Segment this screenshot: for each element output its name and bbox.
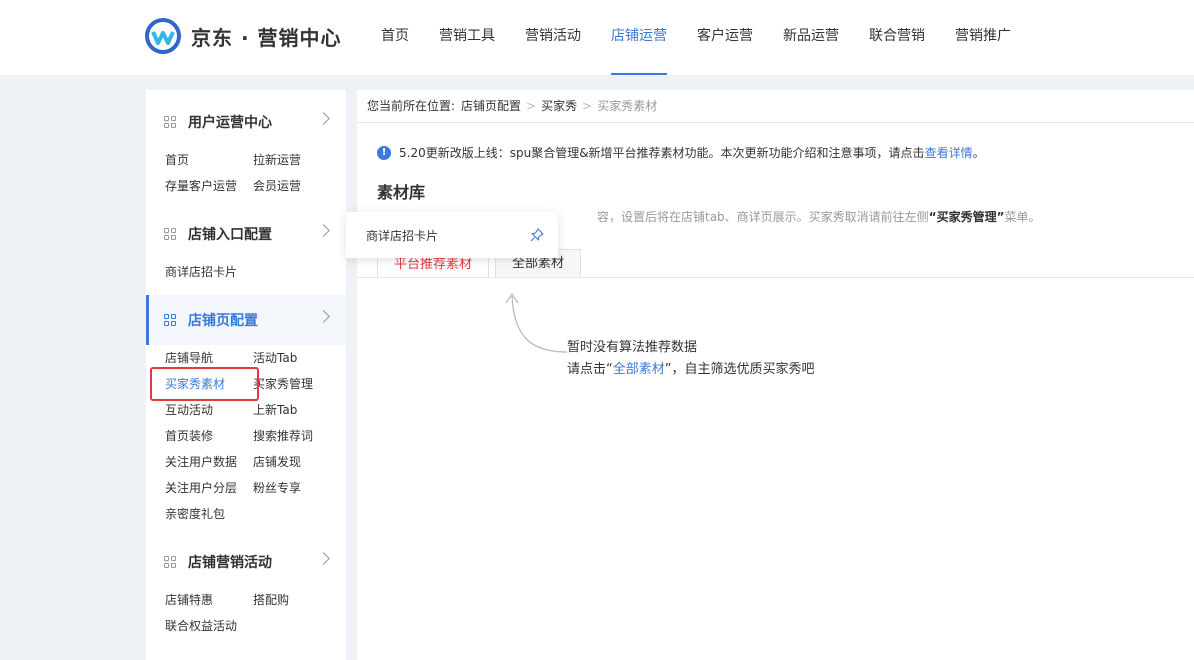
- nav-store-operations[interactable]: 店铺运营: [611, 0, 667, 75]
- empty-hint-pre: 请点击“: [567, 362, 613, 377]
- sidebar-group-store-page[interactable]: 店铺页配置: [146, 295, 346, 345]
- notice-details-link[interactable]: 查看详情: [925, 144, 973, 161]
- grid-icon: [164, 314, 176, 326]
- sidebar-item-buyer-show-manage[interactable]: 买家秀管理: [253, 375, 313, 392]
- main-content: 您当前所在位置: 店铺页配置 > 买家秀 > 买家秀素材 ! 5.20更新改版上…: [357, 90, 1194, 660]
- desc-text: 容，设置后将在店铺tab、商详页展示。买家秀取消请前往左侧: [597, 210, 929, 224]
- sidebar: 用户运营中心 首页 拉新运营 存量客户运营 会员运营 店铺入口配置 商详店招卡片…: [146, 90, 346, 660]
- breadcrumb: 您当前所在位置: 店铺页配置 > 买家秀 > 买家秀素材: [367, 90, 657, 122]
- sidebar-group-user-operations[interactable]: 用户运营中心: [146, 97, 346, 147]
- chevron-right-icon: [317, 552, 330, 565]
- nav-home[interactable]: 首页: [381, 0, 409, 75]
- breadcrumb-separator: >: [582, 99, 593, 113]
- update-notice: ! 5.20更新改版上线：spu聚合管理&新增平台推荐素材功能。本次更新功能介绍…: [377, 144, 985, 161]
- breadcrumb-item[interactable]: 店铺页配置: [461, 90, 521, 122]
- sidebar-item-home[interactable]: 首页: [165, 151, 189, 168]
- all-materials-link[interactable]: 全部素材: [613, 362, 665, 377]
- sidebar-item-intimacy-gift[interactable]: 亲密度礼包: [165, 505, 225, 522]
- sidebar-group-title: 店铺入口配置: [188, 227, 272, 243]
- breadcrumb-separator: >: [526, 99, 537, 113]
- sidebar-item-homepage-decor[interactable]: 首页装修: [165, 427, 213, 444]
- breadcrumb-current: 买家秀素材: [597, 99, 658, 113]
- sidebar-item-new-tab[interactable]: 上新Tab: [253, 401, 297, 418]
- chevron-right-icon: [317, 112, 330, 125]
- nav-marketing-tools[interactable]: 营销工具: [439, 0, 495, 75]
- sidebar-item-joint-benefits[interactable]: 联合权益活动: [165, 617, 237, 634]
- popover-item-label[interactable]: 商详店招卡片: [366, 227, 438, 244]
- info-icon: !: [377, 145, 391, 160]
- empty-message: 暂时没有算法推荐数据: [567, 340, 698, 355]
- curved-arrow-icon: [505, 292, 568, 353]
- sidebar-item-follower-data[interactable]: 关注用户数据: [165, 453, 237, 470]
- sidebar-item-existing-customers[interactable]: 存量客户运营: [165, 177, 237, 194]
- sidebar-item-buyer-show-material[interactable]: 买家秀素材: [165, 375, 225, 392]
- sidebar-item-bundle[interactable]: 搭配购: [253, 591, 289, 608]
- sidebar-item-follower-segments[interactable]: 关注用户分层: [165, 479, 237, 496]
- sidebar-item-interactive[interactable]: 互动活动: [165, 401, 213, 418]
- chevron-right-icon: [317, 224, 330, 237]
- nav-new-product-operations[interactable]: 新品运营: [783, 0, 839, 75]
- empty-hint-post: ”，自主筛选优质买家秀吧: [664, 362, 815, 377]
- hover-popover: 商详店招卡片: [346, 212, 558, 258]
- brand-logo[interactable]: 京东 · 营销中心: [145, 18, 342, 54]
- pin-icon[interactable]: [530, 228, 544, 242]
- desc-bold: “买家秀管理”: [928, 210, 1005, 224]
- sidebar-group-title: 店铺页配置: [188, 313, 258, 329]
- top-header: 京东 · 营销中心 首页 营销工具 营销活动 店铺运营 客户运营 新品运营 联合…: [0, 0, 1194, 75]
- tabs-underline: [357, 277, 1194, 278]
- sidebar-item-membership[interactable]: 会员运营: [253, 177, 301, 194]
- sidebar-item-acquisition[interactable]: 拉新运营: [253, 151, 301, 168]
- sidebar-item-store-special[interactable]: 店铺特惠: [165, 591, 213, 608]
- nav-customer-operations[interactable]: 客户运营: [697, 0, 753, 75]
- sidebar-group-title: 用户运营中心: [188, 115, 272, 131]
- desc-text-end: 菜单。: [1004, 210, 1041, 224]
- breadcrumb-item[interactable]: 买家秀: [541, 90, 577, 122]
- breadcrumb-prefix: 您当前所在位置:: [367, 99, 456, 113]
- sidebar-item-product-store-card[interactable]: 商详店招卡片: [165, 263, 237, 280]
- sidebar-item-fan-exclusive[interactable]: 粉丝专享: [253, 479, 301, 496]
- nav-joint-marketing[interactable]: 联合营销: [869, 0, 925, 75]
- grid-icon: [164, 228, 176, 240]
- brand-name: 京东 · 营销中心: [191, 25, 342, 50]
- section-title: 素材库: [377, 183, 426, 202]
- jd-logo-icon: [145, 18, 181, 54]
- sidebar-group-title: 店铺营销活动: [188, 555, 272, 571]
- sidebar-item-store-nav[interactable]: 店铺导航: [165, 349, 213, 366]
- grid-icon: [164, 116, 176, 128]
- sidebar-group-store-marketing[interactable]: 店铺营销活动: [146, 537, 346, 587]
- sidebar-item-search-words[interactable]: 搜索推荐词: [253, 427, 313, 444]
- nav-marketing-promotion[interactable]: 营销推广: [955, 0, 1011, 75]
- chevron-right-icon: [317, 310, 330, 323]
- sidebar-group-store-entry[interactable]: 店铺入口配置: [146, 209, 346, 259]
- empty-hint: 请点击“全部素材”，自主筛选优质买家秀吧: [567, 358, 815, 377]
- grid-icon: [164, 556, 176, 568]
- nav-marketing-activities[interactable]: 营销活动: [525, 0, 581, 75]
- notice-end: 。: [972, 146, 985, 160]
- top-nav: 首页 营销工具 营销活动 店铺运营 客户运营 新品运营 联合营销 营销推广: [381, 0, 1041, 75]
- sidebar-item-activity-tab[interactable]: 活动Tab: [253, 349, 297, 366]
- divider: [357, 122, 1194, 123]
- sidebar-item-store-discover[interactable]: 店铺发现: [253, 453, 301, 470]
- notice-text: 5.20更新改版上线：spu聚合管理&新增平台推荐素材功能。本次更新功能介绍和注…: [399, 146, 925, 160]
